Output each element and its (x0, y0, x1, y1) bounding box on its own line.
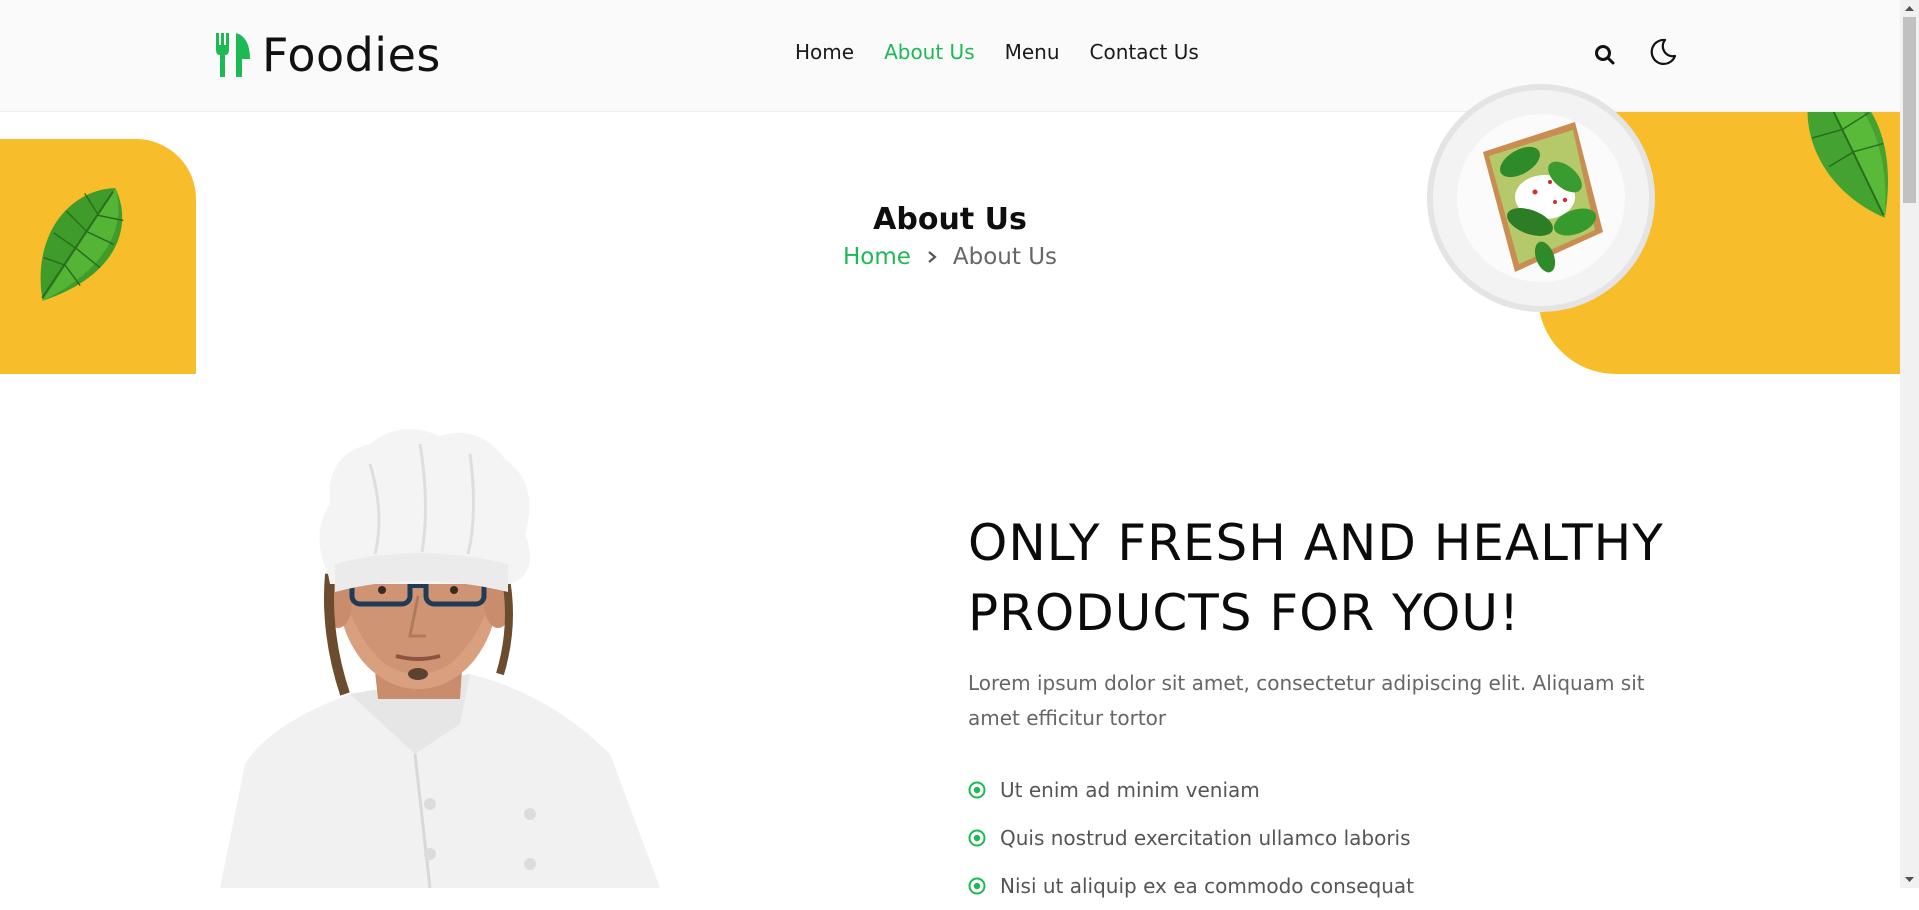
check-circle-icon (968, 829, 986, 847)
scroll-up-arrow-icon[interactable] (1900, 0, 1919, 17)
moon-icon[interactable] (1647, 36, 1679, 68)
scroll-down-arrow-icon[interactable] (1900, 871, 1919, 888)
feature-list: Ut enim ad minim veniam Quis nostrud exe… (968, 766, 1688, 910)
list-item: Nisi ut aliquip ex ea commodo consequat (968, 862, 1688, 910)
salad-plate-image (1427, 84, 1655, 312)
nav-item-contact-us[interactable]: Contact Us (1090, 40, 1199, 64)
nav-item-menu[interactable]: Menu (1005, 40, 1060, 64)
scrollbar-thumb[interactable] (1903, 17, 1916, 203)
fork-knife-icon (216, 33, 250, 77)
chevron-right-icon (928, 251, 937, 263)
check-circle-icon (968, 877, 986, 895)
about-headline: ONLY FRESH AND HEALTHY PRODUCTS FOR YOU! (968, 508, 1688, 648)
nav-item-home[interactable]: Home (795, 40, 854, 64)
check-circle-icon (968, 781, 986, 799)
chef-portrait-image (220, 429, 660, 888)
brand-name: Foodies (262, 28, 441, 82)
about-content: ONLY FRESH AND HEALTHY PRODUCTS FOR YOU!… (968, 508, 1688, 910)
feature-text: Nisi ut aliquip ex ea commodo consequat (1000, 874, 1414, 898)
breadcrumb-current: About Us (952, 244, 1058, 270)
list-item: Quis nostrud exercitation ullamco labori… (968, 814, 1688, 862)
mint-leaf-image-left (40, 188, 124, 301)
feature-text: Quis nostrud exercitation ullamco labori… (1000, 826, 1411, 850)
feature-text: Ut enim ad minim veniam (1000, 778, 1260, 802)
brand-logo[interactable]: Foodies (216, 28, 441, 82)
search-icon[interactable] (1591, 41, 1619, 69)
nav-item-about-us[interactable]: About Us (884, 40, 975, 64)
headline-line-2: PRODUCTS FOR YOU! (968, 584, 1520, 642)
breadcrumb-home-link[interactable]: Home (843, 244, 911, 270)
page-scrollbar[interactable] (1900, 0, 1919, 888)
main-nav: Home About Us Menu Contact Us (795, 40, 1199, 64)
about-lead-text: Lorem ipsum dolor sit amet, consectetur … (968, 671, 1645, 730)
list-item: Ut enim ad minim veniam (968, 766, 1688, 814)
headline-line-1: ONLY FRESH AND HEALTHY (968, 514, 1664, 572)
